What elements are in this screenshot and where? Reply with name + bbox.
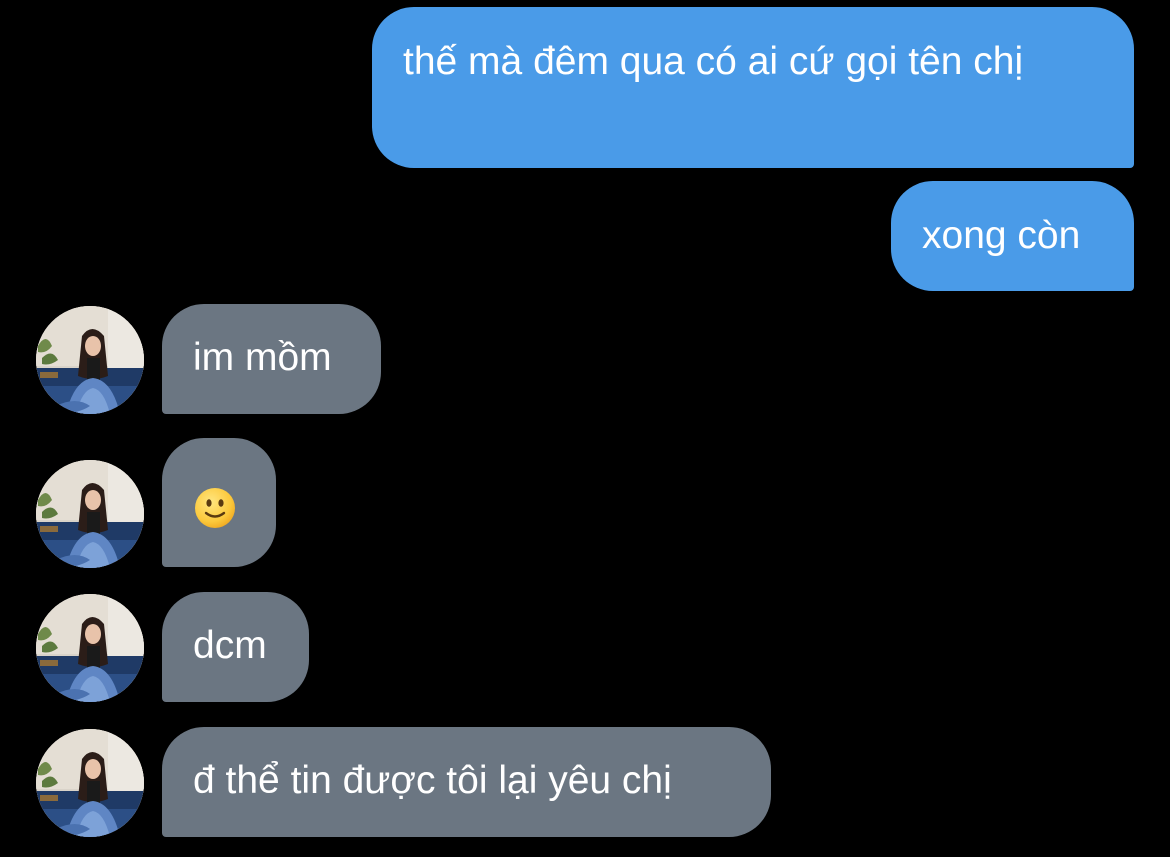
sent-message-bubble[interactable]: xong còn	[891, 181, 1134, 291]
slightly-smiling-face-emoji-icon	[195, 488, 235, 528]
message-text: dcm	[193, 624, 267, 667]
message-text: thế mà đêm qua có ai cứ gọi tên chị	[403, 40, 1024, 83]
message-text: im mồm	[193, 336, 332, 379]
received-message-bubble[interactable]: đ thể tin được tôi lại yêu chị	[162, 727, 771, 837]
received-message-bubble[interactable]: dcm	[162, 592, 309, 702]
message-text: xong còn	[922, 214, 1081, 257]
received-message-bubble[interactable]: im mồm	[162, 304, 381, 414]
contact-avatar[interactable]	[36, 729, 144, 837]
message-text: đ thể tin được tôi lại yêu chị	[193, 759, 672, 802]
contact-avatar[interactable]	[36, 460, 144, 568]
contact-avatar[interactable]	[36, 594, 144, 702]
sent-message-bubble[interactable]: thế mà đêm qua có ai cứ gọi tên chị	[372, 7, 1134, 168]
received-message-bubble[interactable]	[162, 438, 276, 567]
contact-avatar[interactable]	[36, 306, 144, 414]
